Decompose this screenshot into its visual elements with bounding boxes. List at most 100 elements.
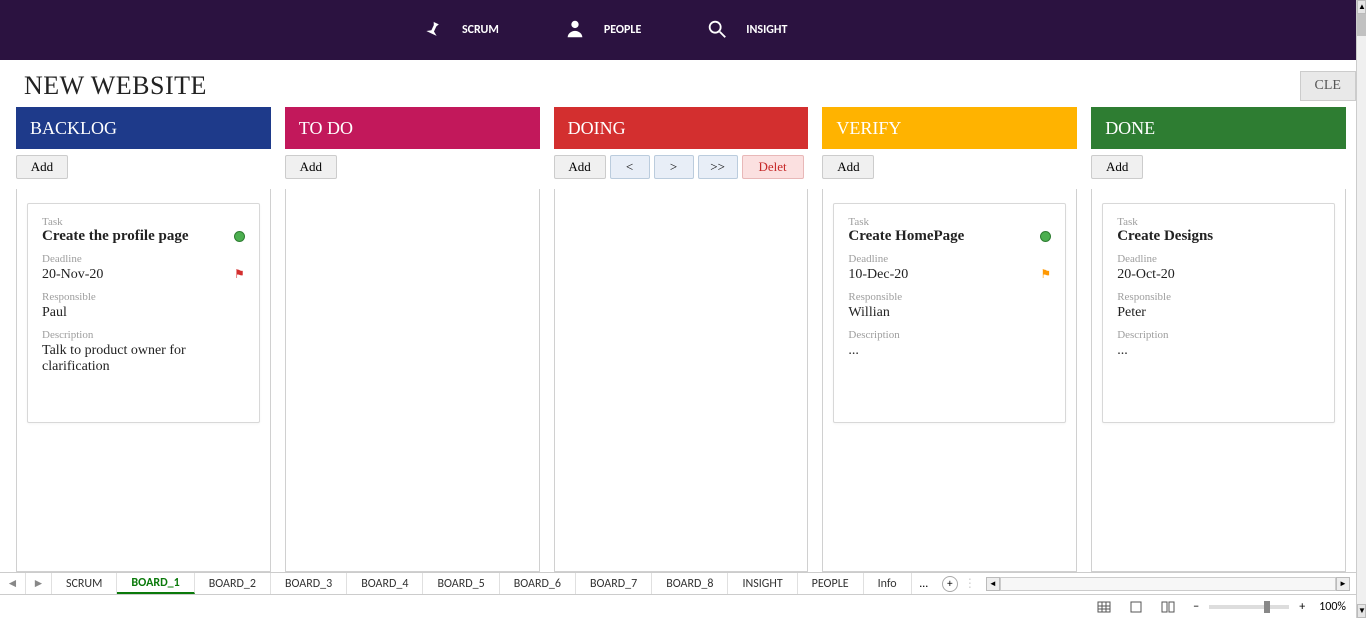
tab-board_5[interactable]: BOARD_5	[423, 573, 499, 594]
add-button[interactable]: Add	[554, 155, 606, 179]
column-buttons: Add	[822, 149, 1077, 189]
tab-insight[interactable]: INSIGHT	[728, 573, 797, 594]
tab-people[interactable]: PEOPLE	[798, 573, 864, 594]
flag-icon: ⚑	[234, 267, 245, 282]
scroll-right-icon[interactable]: ►	[1336, 577, 1350, 591]
column-buttons: Add	[16, 149, 271, 189]
person-icon	[564, 18, 586, 43]
scroll-up-icon[interactable]: ▲	[1357, 0, 1366, 14]
task-label: Task	[848, 216, 1051, 228]
flag-icon: ⚑	[1040, 267, 1051, 282]
deadline-label: Deadline	[1117, 253, 1320, 265]
view-page-break-icon[interactable]	[1157, 598, 1179, 616]
search-icon	[706, 18, 728, 43]
column-header: TO DO	[285, 107, 540, 149]
tab-nav-prev[interactable]: ◄	[0, 573, 26, 594]
column-header: DONE	[1091, 107, 1346, 149]
nav-button[interactable]: >>	[698, 155, 738, 179]
zoom-level[interactable]: 100%	[1319, 600, 1346, 614]
window-scroll-track[interactable]	[1357, 14, 1366, 604]
delete-button[interactable]: Delet	[742, 155, 804, 179]
column-buttons: Add	[285, 149, 540, 189]
tab-info[interactable]: Info	[864, 573, 912, 594]
responsible-label: Responsible	[42, 291, 245, 303]
responsible-label: Responsible	[848, 291, 1051, 303]
column-header: DOING	[554, 107, 809, 149]
description-value: Talk to product owner for clarification	[42, 343, 245, 375]
column-buttons: Add	[1091, 149, 1346, 189]
add-button[interactable]: Add	[16, 155, 68, 179]
column-body: TaskCreate the profile pageDeadline20-No…	[16, 189, 271, 572]
nav-scrum[interactable]: SCRUM	[420, 17, 499, 44]
description-value: ...	[1117, 343, 1320, 359]
zoom-slider[interactable]: − +	[1189, 600, 1309, 614]
column-buttons: Add<>>>Delet	[554, 149, 809, 189]
task-title: Create Designs	[1117, 228, 1320, 245]
column-body: TaskCreate HomePageDeadline10-Dec-20⚑Res…	[822, 189, 1077, 572]
tab-board_3[interactable]: BOARD_3	[271, 573, 347, 594]
task-label: Task	[1117, 216, 1320, 228]
column-backlog: BACKLOGAddTaskCreate the profile pageDea…	[16, 107, 271, 572]
column-header: BACKLOG	[16, 107, 271, 149]
zoom-out-button[interactable]: −	[1189, 600, 1203, 614]
top-nav: SCRUM PEOPLE INSIGHT	[0, 0, 1356, 60]
nav-people[interactable]: PEOPLE	[564, 18, 641, 43]
description-label: Description	[1117, 329, 1320, 341]
column-todo: TO DO Add	[285, 107, 540, 572]
description-value: ...	[848, 343, 1051, 359]
deadline-value: 10-Dec-20	[848, 267, 1040, 283]
view-normal-icon[interactable]	[1093, 598, 1115, 616]
nav-button[interactable]: <	[610, 155, 650, 179]
title-row: NEW WEBSITE CLE	[0, 60, 1356, 107]
scroll-track[interactable]	[1000, 577, 1336, 591]
column-body	[554, 189, 809, 572]
pin-icon	[420, 17, 444, 44]
tab-board_2[interactable]: BOARD_2	[195, 573, 271, 594]
add-button[interactable]: Add	[822, 155, 874, 179]
nav-insight[interactable]: INSIGHT	[706, 18, 787, 43]
tab-overflow[interactable]: …	[912, 577, 936, 591]
column-verify: VERIFYAddTaskCreate HomePageDeadline10-D…	[822, 107, 1077, 572]
tab-board_7[interactable]: BOARD_7	[576, 573, 652, 594]
page-title: NEW WEBSITE	[24, 73, 1300, 99]
tab-board_1[interactable]: BOARD_1	[117, 573, 194, 594]
tab-board_8[interactable]: BOARD_8	[652, 573, 728, 594]
deadline-label: Deadline	[848, 253, 1051, 265]
zoom-track[interactable]	[1209, 605, 1289, 609]
description-label: Description	[848, 329, 1051, 341]
scroll-left-icon[interactable]: ◄	[986, 577, 1000, 591]
task-card[interactable]: TaskCreate the profile pageDeadline20-No…	[27, 203, 260, 423]
responsible-label: Responsible	[1117, 291, 1320, 303]
tab-scrum[interactable]: SCRUM	[52, 573, 117, 594]
status-dot-icon	[234, 231, 245, 242]
zoom-handle[interactable]	[1264, 601, 1270, 613]
status-bar: − + 100%	[0, 594, 1356, 618]
window-scrollbar[interactable]: ▲ ▼	[1356, 0, 1366, 618]
column-header: VERIFY	[822, 107, 1077, 149]
tab-nav-next[interactable]: ►	[26, 573, 52, 594]
description-label: Description	[42, 329, 245, 341]
responsible-value: Paul	[42, 305, 245, 321]
nav-label: PEOPLE	[604, 24, 641, 36]
nav-label: SCRUM	[462, 24, 499, 36]
scroll-down-icon[interactable]: ▼	[1357, 604, 1366, 618]
view-page-layout-icon[interactable]	[1125, 598, 1147, 616]
responsible-value: Peter	[1117, 305, 1320, 321]
nav-label: INSIGHT	[746, 24, 787, 36]
nav-button[interactable]: >	[654, 155, 694, 179]
cle-button[interactable]: CLE	[1300, 71, 1356, 101]
sheet-tabs: ◄ ► SCRUMBOARD_1BOARD_2BOARD_3BOARD_4BOA…	[0, 572, 1356, 594]
add-button[interactable]: Add	[285, 155, 337, 179]
task-card[interactable]: TaskCreate DesignsDeadline20-Oct-20Respo…	[1102, 203, 1335, 423]
deadline-label: Deadline	[42, 253, 245, 265]
task-card[interactable]: TaskCreate HomePageDeadline10-Dec-20⚑Res…	[833, 203, 1066, 423]
tab-board_4[interactable]: BOARD_4	[347, 573, 423, 594]
add-sheet-button[interactable]: +	[942, 576, 958, 592]
column-body: TaskCreate DesignsDeadline20-Oct-20Respo…	[1091, 189, 1346, 572]
zoom-in-button[interactable]: +	[1295, 600, 1309, 614]
add-button[interactable]: Add	[1091, 155, 1143, 179]
horizontal-scrollbar[interactable]: ◄ ►	[986, 577, 1350, 591]
tab-board_6[interactable]: BOARD_6	[500, 573, 576, 594]
window-scroll-thumb[interactable]	[1357, 14, 1366, 36]
task-title: Create the profile page	[42, 228, 234, 245]
